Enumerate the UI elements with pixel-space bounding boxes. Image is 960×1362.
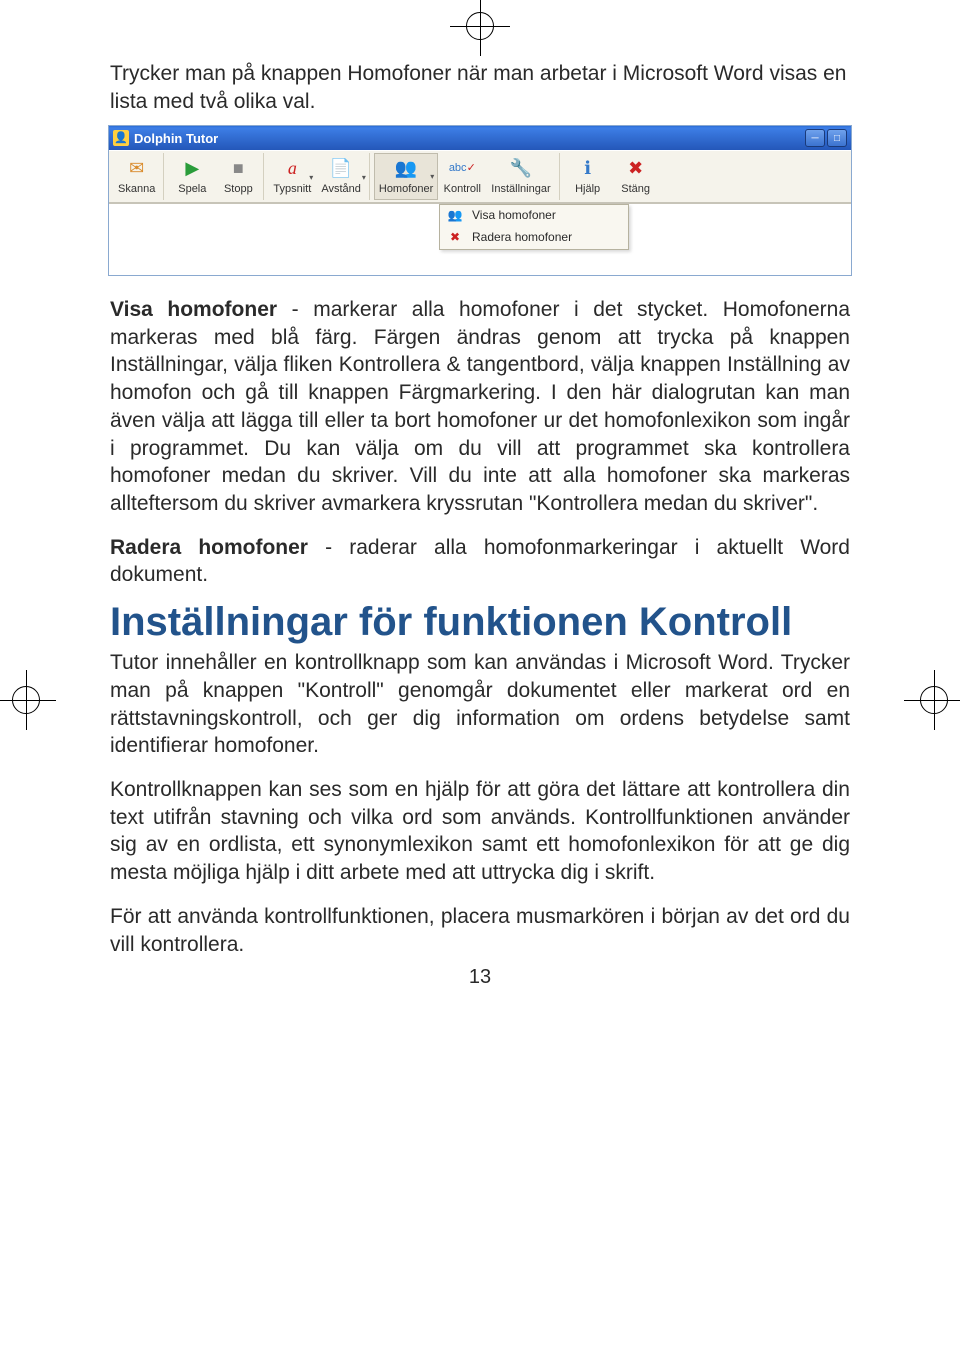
dropdown-arrow-icon: ▾ bbox=[362, 173, 366, 184]
toolbar-homofoner[interactable]: 👥 ▾ Homofoner bbox=[374, 153, 438, 200]
toolbar-stang[interactable]: ✖ Stäng bbox=[612, 153, 660, 200]
toolbar-typsnitt[interactable]: a ▾ Typsnitt bbox=[268, 153, 316, 200]
toolbar-label: Stopp bbox=[224, 182, 253, 197]
toolbar-label: Hjälp bbox=[575, 182, 600, 197]
intro-paragraph: Trycker man på knappen Homofoner när man… bbox=[110, 60, 850, 115]
kontrollknappen-paragraph: Kontrollknappen kan ses som en hjälp för… bbox=[110, 776, 850, 887]
toolbar-label: Skanna bbox=[118, 182, 155, 197]
bold-radera-homofoner: Radera homofoner bbox=[110, 536, 308, 559]
font-icon: a bbox=[278, 156, 306, 180]
close-icon: ✖ bbox=[622, 156, 650, 180]
stop-icon: ■ bbox=[224, 156, 252, 180]
radera-homofoner-paragraph: Radera homofoner - raderar alla homofonm… bbox=[110, 534, 850, 589]
maximize-button[interactable]: □ bbox=[827, 129, 847, 147]
anvand-paragraph: För att använda kontrollfunktionen, plac… bbox=[110, 903, 850, 958]
visa-homofoner-paragraph: Visa homofoner - markerar alla homofoner… bbox=[110, 296, 850, 518]
toolbar-label: Spela bbox=[178, 182, 206, 197]
section-heading: Inställningar för funktionen Kontroll bbox=[110, 599, 850, 645]
toolbar-kontroll[interactable]: abc✓ Kontroll bbox=[438, 153, 486, 200]
spacing-icon: 📄 bbox=[327, 156, 355, 180]
toolbar-stopp[interactable]: ■ Stopp bbox=[216, 153, 264, 200]
toolbar-label: Avstånd bbox=[321, 182, 361, 197]
homophones-icon: 👥 bbox=[392, 156, 420, 180]
crop-mark-right bbox=[894, 660, 960, 740]
settings-icon: 🔧 bbox=[507, 156, 535, 180]
toolbar: ✉ Skanna ▶ Spela ■ Stopp a ▾ Typsnitt 📄 … bbox=[109, 150, 851, 203]
dropdown-label: Radera homofoner bbox=[472, 230, 572, 246]
delete-icon: ✖ bbox=[446, 230, 464, 246]
toolbar-skanna[interactable]: ✉ Skanna bbox=[113, 153, 164, 200]
toolbar-spela[interactable]: ▶ Spela bbox=[168, 153, 216, 200]
toolbar-label: Typsnitt bbox=[273, 182, 311, 197]
dolphin-tutor-window: 👤 Dolphin Tutor ─ □ ✉ Skanna ▶ Spela ■ S… bbox=[108, 125, 852, 276]
play-icon: ▶ bbox=[178, 156, 206, 180]
dropdown-visa-homofoner[interactable]: 👥 Visa homofoner bbox=[440, 205, 628, 227]
dropdown-arrow-icon: ▾ bbox=[430, 172, 434, 183]
toolbar-label: Homofoner bbox=[379, 182, 433, 197]
toolbar-label: Stäng bbox=[621, 182, 650, 197]
document-area: 👥 Visa homofoner ✖ Radera homofoner bbox=[109, 203, 851, 275]
page-content: Trycker man på knappen Homofoner när man… bbox=[0, 0, 960, 1031]
toolbar-label: Kontroll bbox=[444, 182, 481, 197]
window-titlebar: 👤 Dolphin Tutor ─ □ bbox=[109, 126, 851, 150]
page-number: 13 bbox=[110, 964, 850, 990]
homofoner-dropdown: 👥 Visa homofoner ✖ Radera homofoner bbox=[439, 204, 629, 250]
toolbar-avstand[interactable]: 📄 ▾ Avstånd bbox=[316, 153, 370, 200]
check-icon: abc✓ bbox=[448, 156, 476, 180]
help-icon: ℹ bbox=[574, 156, 602, 180]
dropdown-label: Visa homofoner bbox=[472, 208, 556, 224]
visa-text: - markerar alla homofoner i det stycket.… bbox=[110, 298, 850, 515]
dropdown-radera-homofoner[interactable]: ✖ Radera homofoner bbox=[440, 227, 628, 249]
crop-mark-left bbox=[0, 660, 66, 740]
bold-visa-homofoner: Visa homofoner bbox=[110, 298, 277, 321]
toolbar-hjalp[interactable]: ℹ Hjälp bbox=[564, 153, 612, 200]
tutor-paragraph: Tutor innehåller en kontrollknapp som ka… bbox=[110, 649, 850, 760]
toolbar-label: Inställningar bbox=[491, 182, 550, 197]
scan-icon: ✉ bbox=[123, 156, 151, 180]
show-icon: 👥 bbox=[446, 208, 464, 224]
app-icon: 👤 bbox=[113, 130, 129, 146]
crop-mark-top bbox=[440, 0, 520, 66]
toolbar-installningar[interactable]: 🔧 Inställningar bbox=[486, 153, 559, 200]
window-title: Dolphin Tutor bbox=[134, 130, 805, 147]
minimize-button[interactable]: ─ bbox=[805, 129, 825, 147]
dropdown-arrow-icon: ▾ bbox=[309, 173, 313, 184]
window-buttons: ─ □ bbox=[805, 129, 847, 147]
